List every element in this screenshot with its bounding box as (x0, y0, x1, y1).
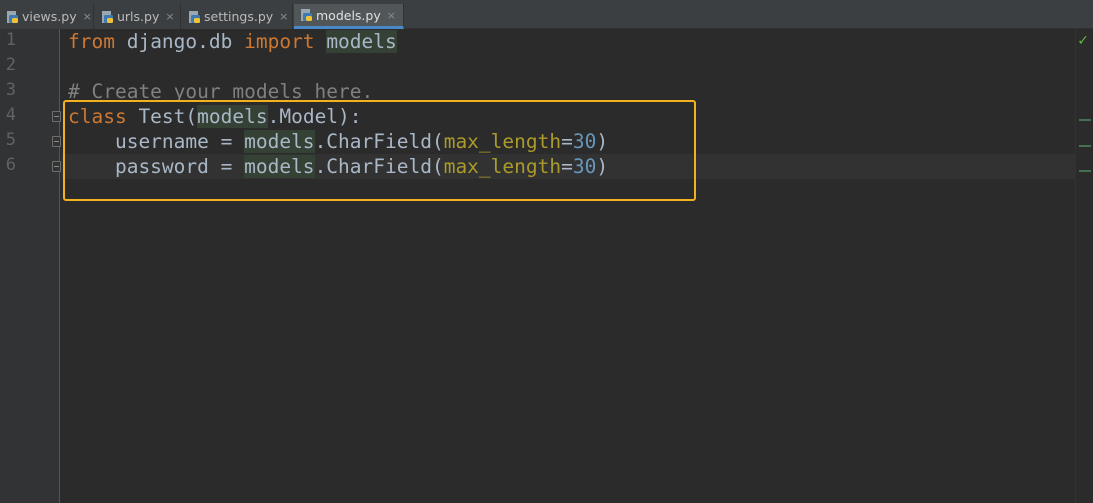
close-icon[interactable]: × (279, 11, 288, 22)
error-stripe[interactable]: ✓ (1075, 29, 1093, 503)
line-number: 5 (5, 130, 16, 150)
change-marker[interactable] (1079, 170, 1091, 172)
editor-tab-bar: views.py × urls.py × settings.py × model… (0, 0, 1093, 29)
tab-label: views.py (22, 9, 77, 24)
line-number: 1 (5, 30, 16, 50)
highlight-box (63, 100, 696, 201)
python-file-icon (7, 10, 18, 23)
change-marker[interactable] (1079, 145, 1091, 147)
tab-label: models.py (316, 7, 381, 23)
checkmark-icon[interactable]: ✓ (1077, 33, 1089, 49)
close-icon[interactable]: × (165, 11, 174, 22)
line-number: 4 (5, 105, 16, 125)
ide-window: views.py × urls.py × settings.py × model… (0, 0, 1093, 503)
tab-models-py[interactable]: models.py × (294, 4, 404, 29)
python-file-icon (301, 9, 312, 21)
tab-settings-py[interactable]: settings.py × (182, 4, 293, 29)
python-file-icon (102, 10, 113, 23)
keyword: from (68, 30, 115, 53)
line-number: 6 (5, 155, 16, 175)
fold-marker-icon[interactable] (52, 111, 61, 122)
line-number: 3 (5, 80, 16, 100)
line-number: 2 (5, 55, 16, 75)
close-icon[interactable]: × (83, 11, 92, 22)
tab-views-py[interactable]: views.py × (0, 4, 94, 29)
close-icon[interactable]: × (387, 10, 396, 21)
tab-label: settings.py (204, 9, 274, 24)
tab-label: urls.py (117, 9, 160, 24)
fold-marker-icon[interactable] (52, 161, 61, 172)
imported-name: models (326, 30, 397, 53)
code-line-1: from django.db import models (68, 29, 397, 54)
python-file-icon (189, 10, 200, 23)
line-number-gutter[interactable]: 1 2 3 4 5 6 (0, 29, 61, 503)
change-marker[interactable] (1079, 119, 1091, 121)
module-name: django.db (114, 30, 245, 53)
fold-marker-icon[interactable] (52, 136, 61, 147)
keyword: import (244, 30, 315, 53)
tab-urls-py[interactable]: urls.py × (95, 4, 181, 29)
